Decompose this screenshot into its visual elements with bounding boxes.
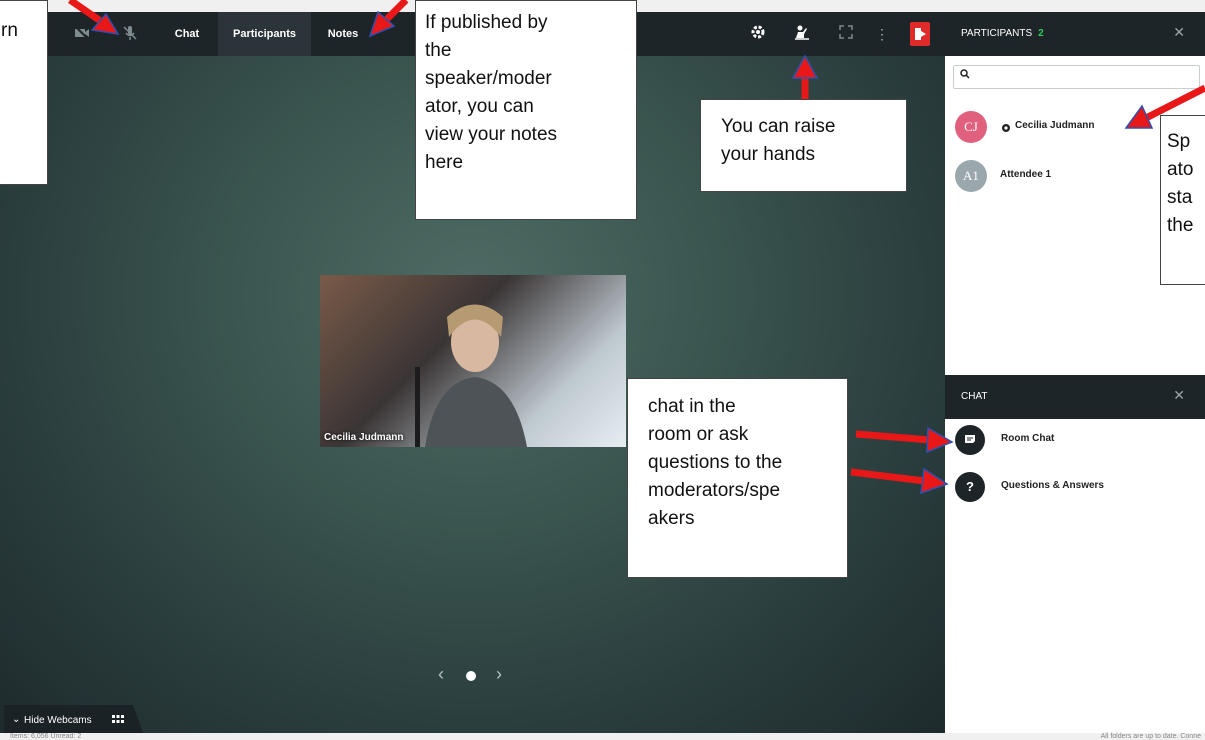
arrow-icon (368, 0, 409, 38)
annotation-arrows (68, 0, 1205, 495)
arrow-icon (855, 426, 954, 454)
arrow-icon (1124, 84, 1205, 129)
arrow-icon (850, 467, 949, 495)
arrow-icon (68, 0, 120, 35)
arrow-icon (791, 54, 819, 99)
